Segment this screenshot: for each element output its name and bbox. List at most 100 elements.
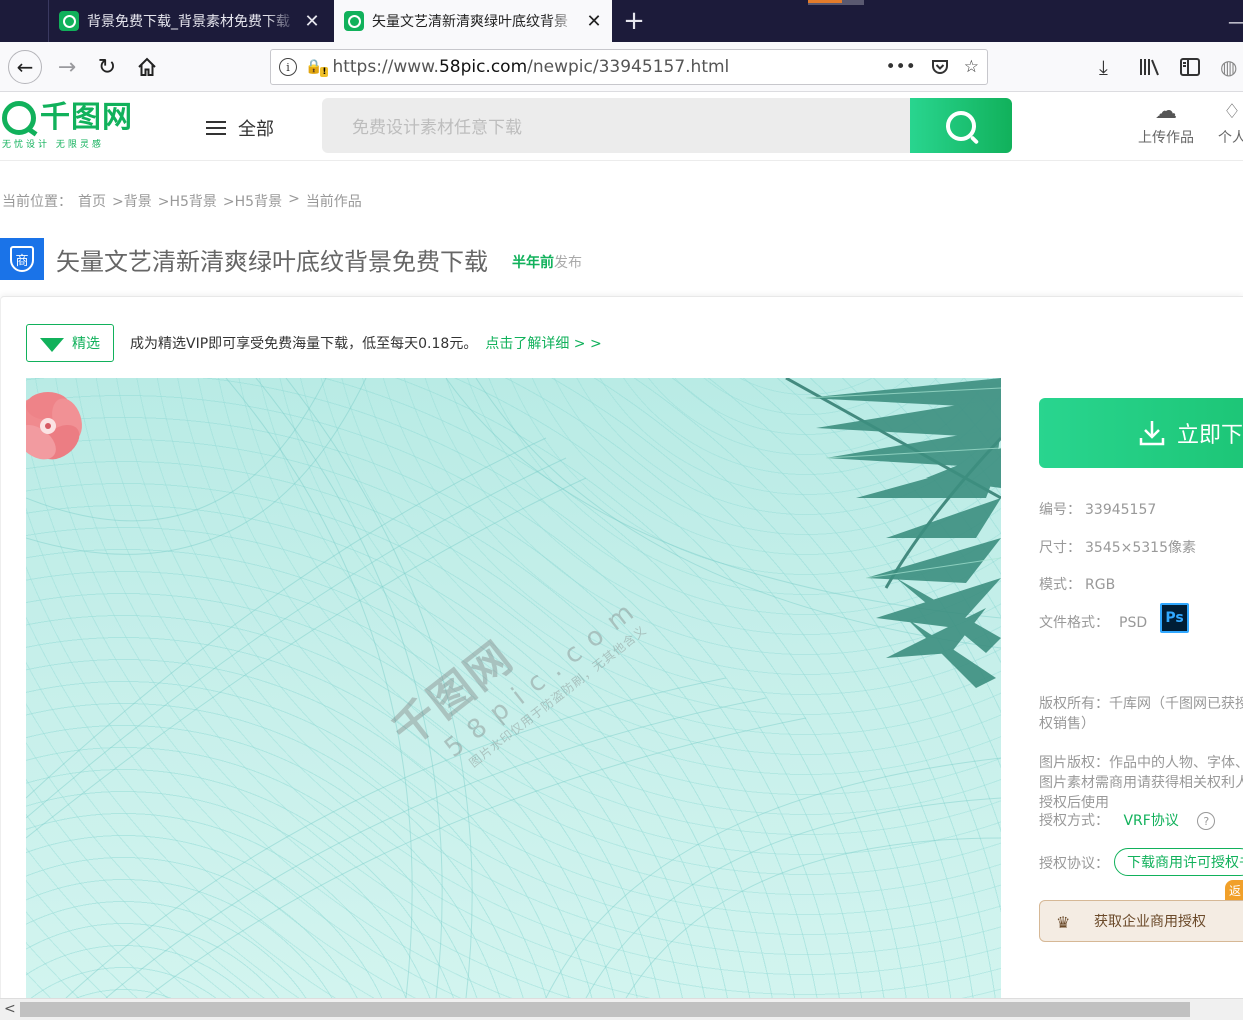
horizontal-scrollbar[interactable]: < <box>0 998 1243 1020</box>
meta-size-label: 尺寸： <box>1039 540 1081 556</box>
meta-image-rights-label: 图片版权： <box>1039 755 1109 771</box>
return-tag: 返 <box>1225 880 1243 900</box>
search-icon <box>946 110 976 141</box>
site-logo[interactable]: 千图网 无忧设计 无限灵感 <box>2 101 142 151</box>
close-icon[interactable]: ✕ <box>586 11 602 32</box>
sidebar-icon[interactable] <box>1180 58 1200 76</box>
meta-copyright-label: 版权所有： <box>1039 696 1109 712</box>
meta-format-value: PSD <box>1119 615 1148 631</box>
breadcrumb-h5-background-sub[interactable]: >H5背景 <box>223 191 282 211</box>
url-domain: 58pic.com <box>438 57 528 77</box>
home-button[interactable] <box>130 50 164 84</box>
meta-mode-value: RGB <box>1085 577 1116 593</box>
meta-image-rights: 图片版权：作品中的人物、字体、图片素材需商用请获得相关权利人授权后使用 <box>1039 753 1243 813</box>
enterprise-license-button[interactable]: ♛ 获取企业商用授权 <box>1039 900 1243 942</box>
personal-center-button[interactable]: ♢ 个人 <box>1218 99 1243 147</box>
arrow-right-icon: → <box>57 54 77 80</box>
publish-time: 半年前 <box>512 255 554 271</box>
search-button[interactable] <box>910 98 1012 153</box>
url-path: /newpic/33945157.html <box>527 57 730 77</box>
publish-label: 发布 <box>554 255 582 271</box>
library-icon[interactable] <box>1139 58 1161 76</box>
meta-license-method-label: 授权方式： <box>1039 813 1109 829</box>
diamond-icon <box>40 338 64 352</box>
minimize-window-icon[interactable]: — <box>1228 12 1243 33</box>
download-license-button[interactable]: 下载商用许可授权书 <box>1114 848 1243 876</box>
shield-icon: 商 <box>10 246 34 272</box>
search-input[interactable]: 免费设计素材任意下载 <box>322 98 912 153</box>
tab-title: 背景免费下载_背景素材免费下载 <box>87 14 290 30</box>
breadcrumb-background[interactable]: >背景 <box>112 191 152 211</box>
insecure-lock-icon[interactable]: 🔒 <box>305 59 330 77</box>
personal-label: 个人 <box>1218 130 1243 146</box>
logo-tagline: 无忧设计 无限灵感 <box>2 140 104 150</box>
close-icon[interactable]: ✕ <box>304 11 320 32</box>
scroll-left-icon[interactable]: < <box>4 1001 16 1017</box>
title-row: 商 矢量文艺清新清爽绿叶底纹背景免费下载 半年前 发布 <box>0 238 582 280</box>
info-icon[interactable]: i <box>279 58 297 76</box>
breadcrumb-h5-background[interactable]: >H5背景 <box>158 191 217 211</box>
commercial-badge: 商 <box>0 238 44 280</box>
arrow-left-icon: ← <box>16 55 34 79</box>
url-text[interactable]: https://www.58pic.com/newpic/33945157.ht… <box>332 57 885 77</box>
meta-license-method: 授权方式： VRF协议 ? <box>1039 810 1216 830</box>
pocket-icon[interactable] <box>930 57 950 77</box>
browser-tab-strip: 背景免费下载_背景素材免费下载 ✕ 矢量文艺清新清爽绿叶底纹背景 ✕ + — <box>0 0 1243 42</box>
logo-q-icon <box>2 101 36 135</box>
meta-mode: 模式： RGB <box>1039 574 1115 594</box>
photoshop-icon: Ps <box>1160 603 1189 633</box>
help-icon[interactable]: ? <box>1197 812 1216 830</box>
address-bar[interactable]: i 🔒 https://www.58pic.com/newpic/3394515… <box>270 49 988 85</box>
vip-text: 成为精选VIP即可享受免费海量下载，低至每天0.18元。 <box>130 336 478 352</box>
breadcrumb-prefix: 当前位置： <box>2 194 72 210</box>
upload-works-button[interactable]: ☁ 上传作品 <box>1134 99 1198 147</box>
vip-promo: 精选 成为精选VIP即可享受免费海量下载，低至每天0.18元。 点击了解详细 >… <box>26 324 602 362</box>
meta-copyright: 版权所有：千库网（千图网已获授权销售） <box>1039 694 1243 734</box>
breadcrumb-home[interactable]: 首页 <box>78 191 106 211</box>
upload-label: 上传作品 <box>1138 130 1194 146</box>
browser-tab-backgrounds[interactable]: 背景免费下载_背景素材免费下载 ✕ <box>48 0 330 42</box>
vip-badge[interactable]: 精选 <box>26 324 114 362</box>
download-icon[interactable]: ⤓ <box>1099 55 1108 79</box>
download-now-button[interactable]: 立即下载 <box>1039 398 1243 468</box>
meta-id-value: 33945157 <box>1085 502 1157 518</box>
all-categories-menu[interactable]: 全部 <box>206 115 274 141</box>
meta-license-agreement: 授权协议： <box>1039 853 1109 873</box>
page-actions-icon[interactable]: ••• <box>886 57 916 77</box>
tab-accent-bar <box>808 0 842 3</box>
cloud-upload-icon: ☁ <box>1155 99 1177 124</box>
breadcrumb-separator: > <box>288 191 300 207</box>
vip-detail-link[interactable]: 点击了解详细 > > <box>485 333 601 353</box>
menu-all-label: 全部 <box>238 119 274 140</box>
reload-icon: ↻ <box>97 54 117 80</box>
forward-button[interactable]: → <box>50 50 84 84</box>
logo-text: 千图网 <box>40 100 133 135</box>
meta-format-label: 文件格式： <box>1039 615 1109 631</box>
user-icon: ♢ <box>1223 99 1241 123</box>
download-icon <box>1139 421 1165 446</box>
site-favicon-icon <box>344 11 364 31</box>
bookmark-star-icon[interactable]: ☆ <box>964 57 979 77</box>
site-header: 千图网 无忧设计 无限灵感 全部 免费设计素材任意下载 ☁ 上传作品 ♢ 个人 <box>0 93 1243 161</box>
new-tab-button[interactable]: + <box>620 6 648 36</box>
meta-format: 文件格式： PSD <box>1039 612 1147 632</box>
meta-mode-label: 模式： <box>1039 577 1081 593</box>
breadcrumb: 当前位置： 首页 >背景 >H5背景 >H5背景 > 当前作品 <box>2 191 362 211</box>
page-title: 矢量文艺清新清爽绿叶底纹背景免费下载 <box>56 247 488 276</box>
meta-id: 编号： 33945157 <box>1039 499 1156 519</box>
browser-tab-current[interactable]: 矢量文艺清新清爽绿叶底纹背景 ✕ <box>334 0 612 42</box>
globe-icon[interactable]: ◍ <box>1220 55 1237 79</box>
vrf-agreement-link[interactable]: VRF协议 <box>1123 813 1178 829</box>
tab-title: 矢量文艺清新清爽绿叶底纹背景 <box>372 14 568 30</box>
vip-badge-label: 精选 <box>72 336 100 352</box>
meta-size: 尺寸： 3545×5315像素 <box>1039 537 1196 557</box>
enterprise-license-label: 获取企业商用授权 <box>1094 914 1206 930</box>
menu-icon <box>206 117 226 139</box>
preview-image[interactable]: 千图网 58pic.com 图片水印仅用于防盗防刷，无其他含义 <box>26 378 1001 998</box>
meta-id-label: 编号： <box>1039 502 1081 518</box>
scrollbar-thumb[interactable] <box>20 1002 1190 1017</box>
back-button[interactable]: ← <box>8 50 42 84</box>
reload-button[interactable]: ↻ <box>90 50 124 84</box>
download-now-label: 立即下载 <box>1177 423 1243 448</box>
flower-decoration <box>26 392 82 460</box>
